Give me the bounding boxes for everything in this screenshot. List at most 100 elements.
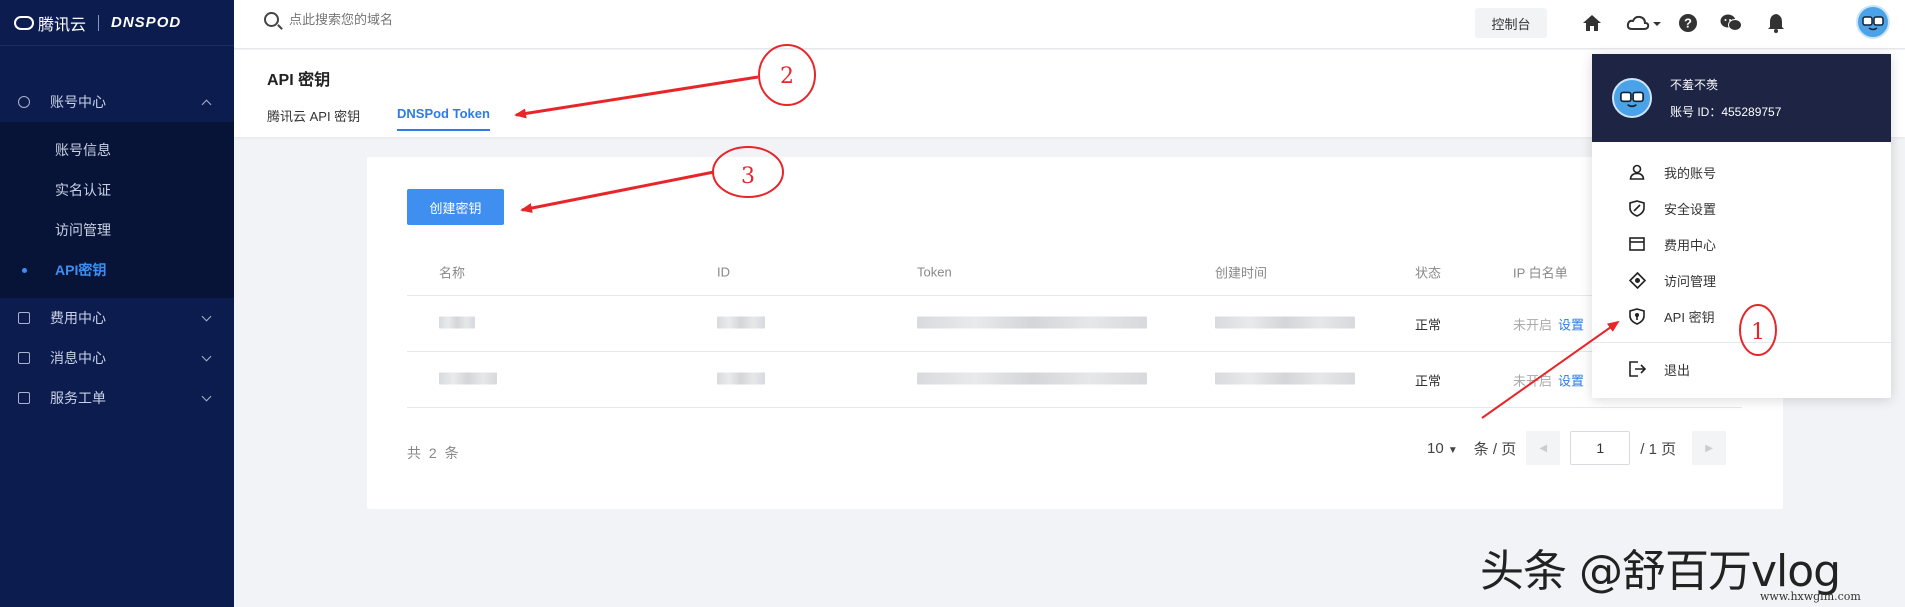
console-button[interactable]: 控制台 [1475, 8, 1547, 38]
chevron-down-icon [201, 311, 212, 321]
sidebar-item-api-key[interactable]: API密钥 [0, 250, 234, 290]
tencent-cloud-icon [14, 15, 34, 30]
menu-item-my-account[interactable]: 我的账号 [1592, 154, 1891, 190]
sidebar-group-label: 消息中心 [50, 350, 106, 366]
shield-icon [1628, 199, 1646, 217]
user-icon [1628, 163, 1646, 181]
ip-whitelist-settings-link[interactable]: 设置 [1558, 317, 1584, 332]
column-header-token: Token [917, 264, 952, 280]
user-dropdown-menu: 不羞不羡 账号 ID：455289757 我的账号 安全设置 费用中心 访问管理… [1592, 54, 1891, 398]
sidebar-group-label: 服务工单 [50, 390, 106, 406]
column-header-ip-whitelist: IP 白名单 [1513, 265, 1568, 281]
row-id-redacted [717, 316, 765, 331]
sidebar-group-label: 账号中心 [50, 94, 106, 110]
sidebar-subnav: 账号信息 实名认证 访问管理 API密钥 [0, 122, 234, 298]
help-icon[interactable]: ? [1677, 12, 1699, 34]
sidebar-group-billing[interactable]: 费用中心 [0, 298, 234, 338]
sidebar-nav: 账号中心 账号信息 实名认证 访问管理 API密钥 费用中心 消息中心 服务工单 [0, 46, 234, 418]
sidebar-item-real-name[interactable]: 实名认证 [0, 170, 234, 210]
watermark-site: www.hxwglm.com [1760, 590, 1861, 603]
table-header: 名称 ID Token 创建时间 状态 IP 白名单 [407, 249, 1742, 296]
brand-name: 腾讯云 [38, 16, 87, 34]
caret-left-icon: ◀ [1539, 442, 1548, 454]
create-key-button[interactable]: 创建密钥 [407, 189, 504, 225]
page-title: API 密钥 [267, 72, 331, 89]
menu-item-label: 安全设置 [1664, 201, 1717, 217]
column-header-id: ID [717, 264, 730, 280]
chevron-down-icon [201, 391, 212, 401]
brand-logo[interactable]: 腾讯云 DNSPOD [0, 0, 234, 46]
column-header-created: 创建时间 [1215, 265, 1268, 281]
menu-item-label: API 密钥 [1664, 309, 1715, 325]
wechat-icon[interactable] [1720, 12, 1742, 34]
caret-down-icon: ▼ [1447, 444, 1458, 456]
row-token-redacted [917, 372, 1147, 387]
menu-item-label: 我的账号 [1664, 165, 1717, 181]
user-avatar [1612, 78, 1652, 118]
total-count: 共 2 条 [407, 445, 461, 461]
page-number-input[interactable] [1570, 431, 1631, 465]
row-created-redacted [1215, 316, 1355, 331]
tab-tencent-api-key[interactable]: 腾讯云 API 密钥 [267, 106, 360, 133]
access-icon [1628, 271, 1646, 289]
page-size-select[interactable]: 10 ▼ [1427, 440, 1458, 457]
menu-item-api-key[interactable]: API 密钥 [1592, 298, 1891, 334]
bell-icon[interactable] [1765, 12, 1787, 34]
ticket-icon [18, 392, 30, 404]
column-header-status: 状态 [1415, 265, 1442, 281]
tab-dnspod-token[interactable]: DNSPod Token [397, 106, 490, 131]
pagination: 10 ▼ 条 / 页 ◀ / 1 页 ▶ [1427, 431, 1727, 465]
menu-item-security[interactable]: 安全设置 [1592, 190, 1891, 226]
cloud-icon[interactable] [1626, 12, 1662, 34]
column-header-name: 名称 [439, 265, 466, 281]
brand-product: DNSPOD [111, 14, 182, 31]
user-name: 不羞不羡 [1670, 78, 1719, 92]
token-table: 名称 ID Token 创建时间 状态 IP 白名单 正常 未开启 设置 正常 未… [407, 249, 1742, 408]
menu-item-label: 访问管理 [1664, 273, 1717, 289]
menu-item-access-management[interactable]: 访问管理 [1592, 262, 1891, 298]
message-icon [18, 352, 30, 364]
menu-item-billing[interactable]: 费用中心 [1592, 226, 1891, 262]
domain-search [264, 12, 589, 27]
menu-item-label: 费用中心 [1664, 237, 1717, 253]
account-id: 账号 ID：455289757 [1670, 105, 1782, 119]
key-shield-icon [1628, 307, 1646, 325]
user-menu-header: 不羞不羡 账号 ID：455289757 [1592, 54, 1891, 142]
chevron-down-icon [201, 351, 212, 361]
menu-divider [1592, 342, 1891, 343]
table-row: 正常 未开启 设置 [407, 296, 1742, 352]
svg-text:?: ? [1684, 16, 1692, 31]
caret-right-icon: ▶ [1705, 442, 1713, 454]
search-icon[interactable] [264, 12, 279, 27]
ip-whitelist-state: 未开启 [1513, 373, 1553, 388]
row-status: 正常 [1415, 373, 1442, 388]
wallet-icon [1628, 235, 1646, 253]
top-header: 控制台 ? [234, 0, 1905, 49]
row-id-redacted [717, 372, 765, 387]
sidebar: 腾讯云 DNSPOD 账号中心 账号信息 实名认证 访问管理 API密钥 费用中… [0, 0, 234, 607]
row-status: 正常 [1415, 317, 1442, 332]
next-page-button[interactable]: ▶ [1692, 431, 1727, 465]
token-card: 创建密钥 名称 ID Token 创建时间 状态 IP 白名单 正常 未开启 设置… [367, 157, 1783, 509]
ip-whitelist-state: 未开启 [1513, 317, 1553, 332]
total-pages: / 1 页 [1640, 440, 1677, 458]
menu-item-logout[interactable]: 退出 [1592, 351, 1891, 387]
sidebar-item-access[interactable]: 访问管理 [0, 210, 234, 250]
page-size-unit: 条 / 页 [1473, 440, 1517, 458]
prev-page-button[interactable]: ◀ [1526, 431, 1561, 465]
row-ip-whitelist: 未开启 设置 [1513, 370, 1584, 389]
sidebar-group-tickets[interactable]: 服务工单 [0, 378, 234, 418]
row-token-redacted [917, 316, 1147, 331]
ip-whitelist-settings-link[interactable]: 设置 [1558, 373, 1584, 388]
home-icon[interactable] [1581, 12, 1603, 34]
sidebar-group-account[interactable]: 账号中心 [0, 82, 234, 122]
avatar[interactable] [1856, 5, 1890, 39]
user-info: 不羞不羡 账号 ID：455289757 [1670, 76, 1781, 120]
sidebar-item-account-info[interactable]: 账号信息 [0, 130, 234, 170]
row-name-redacted [439, 372, 497, 387]
billing-icon [18, 312, 30, 324]
sidebar-group-messages[interactable]: 消息中心 [0, 338, 234, 378]
search-input[interactable] [289, 12, 589, 27]
row-name-redacted [439, 316, 475, 331]
